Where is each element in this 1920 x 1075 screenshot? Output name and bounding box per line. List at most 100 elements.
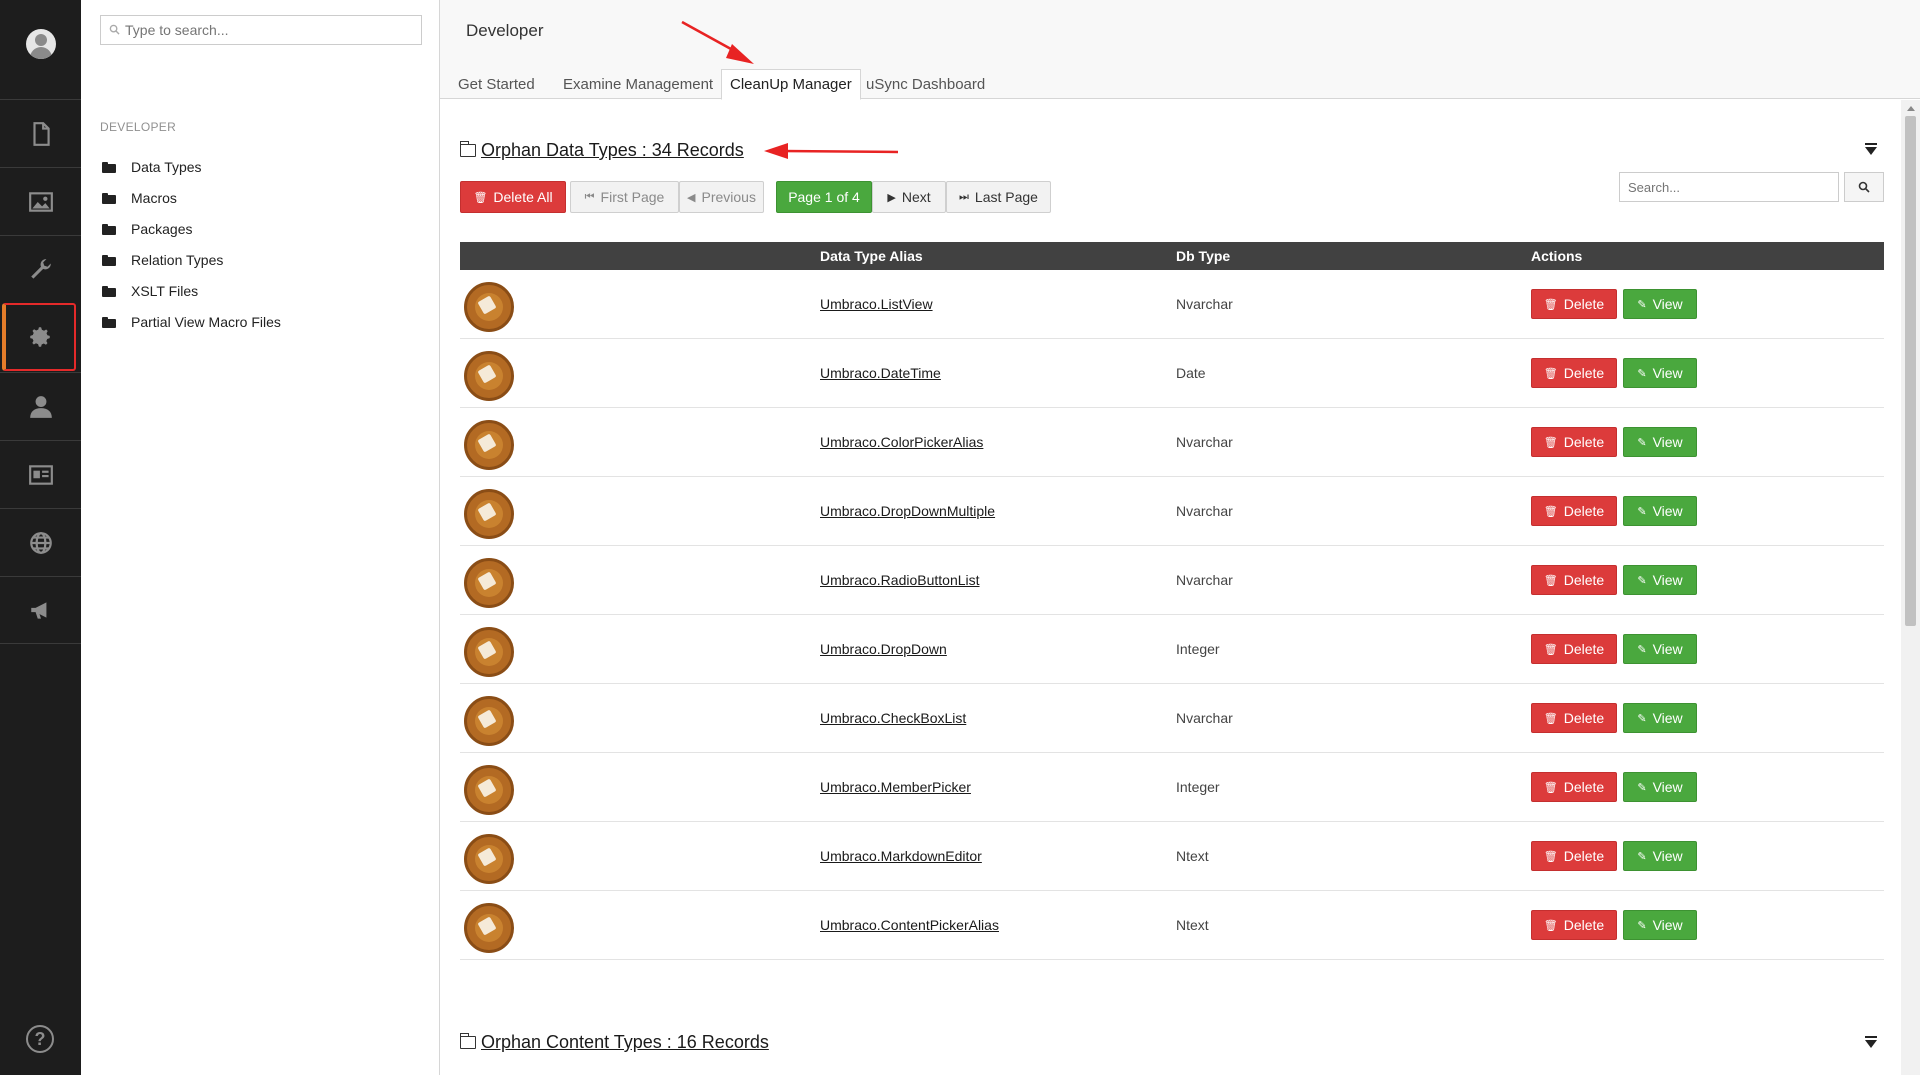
data-type-alias-link[interactable]: Umbraco.MemberPicker bbox=[820, 779, 971, 795]
tree-item-data-types[interactable]: Data Types bbox=[102, 157, 202, 177]
db-type-cell: Date bbox=[1176, 365, 1206, 381]
delete-button[interactable]: 🗑 Delete bbox=[1531, 427, 1617, 457]
data-type-alias-link[interactable]: Umbraco.DropDownMultiple bbox=[820, 503, 995, 519]
view-button[interactable]: ✎ View bbox=[1623, 496, 1697, 526]
trash-icon: 🗑 bbox=[1543, 712, 1558, 725]
view-button[interactable]: ✎ View bbox=[1623, 910, 1697, 940]
pencil-icon: ✎ bbox=[1637, 850, 1647, 863]
view-button[interactable]: ✎ View bbox=[1623, 289, 1697, 319]
data-type-avatar bbox=[464, 558, 514, 608]
developer-gear-icon bbox=[30, 327, 50, 347]
tree-item-xslt-files[interactable]: XSLT Files bbox=[102, 281, 198, 301]
data-type-alias-link[interactable]: Umbraco.DropDown bbox=[820, 641, 947, 657]
orphan-content-types-title[interactable]: Orphan Content Types : 16 Records bbox=[459, 1032, 769, 1053]
delete-button[interactable]: 🗑 Delete bbox=[1531, 565, 1617, 595]
delete-button[interactable]: 🗑 Delete bbox=[1531, 910, 1617, 940]
trash-icon: 🗑 bbox=[1543, 436, 1558, 449]
view-button[interactable]: ✎ View bbox=[1623, 772, 1697, 802]
table-row: Umbraco.RadioButtonList Nvarchar 🗑 Delete ✎ V… bbox=[460, 546, 1884, 615]
orphan-data-types-title[interactable]: Orphan Data Types : 34 Records bbox=[459, 140, 744, 161]
users-section-button[interactable] bbox=[0, 372, 81, 440]
table-header: Data Type Alias Db Type Actions bbox=[460, 242, 1884, 270]
settings-section-button[interactable] bbox=[0, 235, 81, 303]
next-button[interactable]: ▶ Next bbox=[872, 181, 946, 213]
media-icon bbox=[28, 191, 53, 212]
data-type-alias-link[interactable]: Umbraco.ContentPickerAlias bbox=[820, 917, 999, 933]
table-row: Umbraco.MemberPicker Integer 🗑 Delete ✎ View bbox=[460, 753, 1884, 822]
tab-usync-dashboard[interactable]: uSync Dashboard bbox=[858, 70, 993, 100]
page-indicator: Page 1 of 4 bbox=[776, 181, 872, 213]
view-label: View bbox=[1652, 917, 1683, 933]
tab-get-started[interactable]: Get Started bbox=[450, 70, 543, 100]
page-indicator-label: Page 1 of 4 bbox=[788, 189, 860, 205]
tree-item-label: Data Types bbox=[131, 159, 202, 175]
collapse-icon[interactable] bbox=[1864, 1036, 1878, 1050]
delete-label: Delete bbox=[1563, 848, 1605, 864]
previous-button[interactable]: ◀ Previous bbox=[679, 181, 764, 213]
data-type-alias-link[interactable]: Umbraco.ListView bbox=[820, 296, 933, 312]
delete-button[interactable]: 🗑 Delete bbox=[1531, 772, 1617, 802]
view-button[interactable]: ✎ View bbox=[1623, 565, 1697, 595]
delete-all-button[interactable]: 🗑 Delete All bbox=[460, 181, 566, 213]
trash-icon: 🗑 bbox=[1543, 781, 1558, 794]
db-type-cell: Nvarchar bbox=[1176, 572, 1233, 588]
folder-icon bbox=[102, 254, 116, 266]
view-button[interactable]: ✎ View bbox=[1623, 427, 1697, 457]
data-type-avatar bbox=[464, 420, 514, 470]
forms-section-button[interactable] bbox=[0, 576, 81, 644]
user-avatar[interactable] bbox=[26, 29, 56, 59]
tree-item-label: XSLT Files bbox=[131, 283, 199, 299]
table-search-button[interactable] bbox=[1844, 172, 1884, 202]
vertical-scrollbar[interactable] bbox=[1901, 100, 1920, 1075]
data-type-alias-link[interactable]: Umbraco.CheckBoxList bbox=[820, 710, 966, 726]
developer-section-button[interactable] bbox=[2, 303, 76, 371]
tree-item-partial-view-macro-files[interactable]: Partial View Macro Files bbox=[102, 312, 281, 332]
trash-icon: 🗑 bbox=[1543, 298, 1558, 311]
forms-megaphone-icon bbox=[30, 602, 46, 619]
members-section-button[interactable] bbox=[0, 440, 81, 508]
view-button[interactable]: ✎ View bbox=[1623, 841, 1697, 871]
last-page-button[interactable]: ⏭ Last Page bbox=[946, 181, 1051, 213]
main-panel: Developer Get Started Examine Management… bbox=[440, 0, 1920, 1075]
trash-icon: 🗑 bbox=[1543, 850, 1558, 863]
delete-button[interactable]: 🗑 Delete bbox=[1531, 289, 1617, 319]
delete-button[interactable]: 🗑 Delete bbox=[1531, 841, 1617, 871]
view-button[interactable]: ✎ View bbox=[1623, 358, 1697, 388]
translation-section-button[interactable] bbox=[0, 508, 81, 576]
data-type-alias-link[interactable]: Umbraco.MarkdownEditor bbox=[820, 848, 982, 864]
scrollbar-thumb[interactable] bbox=[1905, 116, 1916, 626]
collapse-icon[interactable] bbox=[1864, 143, 1878, 157]
tab-examine-management[interactable]: Examine Management bbox=[555, 70, 721, 100]
help-icon[interactable]: ? bbox=[26, 1025, 54, 1053]
view-button[interactable]: ✎ View bbox=[1623, 703, 1697, 733]
tree-item-macros[interactable]: Macros bbox=[102, 188, 177, 208]
db-type-cell: Ntext bbox=[1176, 917, 1209, 933]
pencil-icon: ✎ bbox=[1637, 436, 1647, 449]
folder-icon bbox=[102, 316, 116, 328]
content-icon bbox=[32, 121, 50, 146]
delete-button[interactable]: 🗑 Delete bbox=[1531, 496, 1617, 526]
settings-wrench-icon bbox=[30, 258, 51, 279]
tree-item-relation-types[interactable]: Relation Types bbox=[102, 250, 223, 270]
scroll-up-arrow[interactable] bbox=[1907, 106, 1915, 111]
data-type-avatar bbox=[464, 834, 514, 884]
data-type-alias-link[interactable]: Umbraco.DateTime bbox=[820, 365, 941, 381]
delete-button[interactable]: 🗑 Delete bbox=[1531, 703, 1617, 733]
table-row: Umbraco.MarkdownEditor Ntext 🗑 Delete ✎ View bbox=[460, 822, 1884, 891]
first-page-button[interactable]: ⏮ First Page bbox=[570, 181, 679, 213]
delete-label: Delete bbox=[1563, 296, 1605, 312]
view-button[interactable]: ✎ View bbox=[1623, 634, 1697, 664]
delete-button[interactable]: 🗑 Delete bbox=[1531, 358, 1617, 388]
data-type-alias-link[interactable]: Umbraco.ColorPickerAlias bbox=[820, 434, 983, 450]
data-type-alias-link[interactable]: Umbraco.RadioButtonList bbox=[820, 572, 980, 588]
data-type-avatar bbox=[464, 765, 514, 815]
trash-icon: 🗑 bbox=[1543, 505, 1558, 518]
tree-item-packages[interactable]: Packages bbox=[102, 219, 192, 239]
tree-search-input[interactable] bbox=[125, 20, 415, 40]
tab-cleanup-manager[interactable]: CleanUp Manager bbox=[721, 69, 861, 100]
tree-search-box bbox=[100, 15, 422, 45]
delete-button[interactable]: 🗑 Delete bbox=[1531, 634, 1617, 664]
table-search-input[interactable] bbox=[1619, 172, 1839, 202]
media-section-button[interactable] bbox=[0, 167, 81, 235]
content-section-button[interactable] bbox=[0, 99, 81, 167]
